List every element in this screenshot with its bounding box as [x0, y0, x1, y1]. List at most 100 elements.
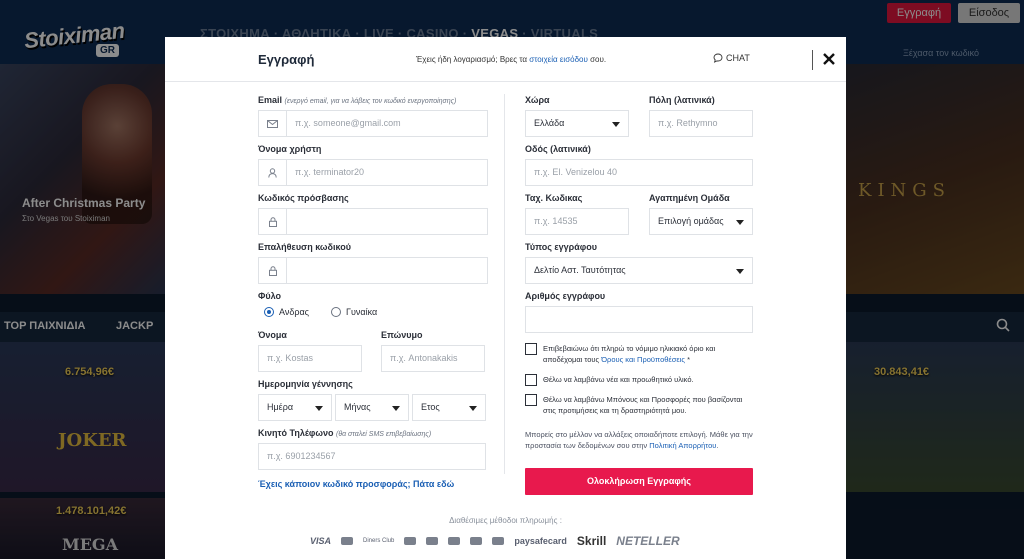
city-label: Πόλη (λατινικά): [649, 95, 715, 105]
phone-placeholder: π.χ. 6901234567: [267, 451, 336, 461]
bank-logo: [448, 537, 461, 545]
complete-registration-button[interactable]: Ολοκλήρωση Εγγραφής: [525, 468, 753, 495]
chevron-down-icon: [469, 406, 477, 411]
privacy-note: Μπορείς στο μέλλον να αλλάξεις οποιαδήπο…: [525, 429, 755, 451]
mastercard-logo: [341, 537, 354, 545]
postcode-label: Ταχ. Κωδικας: [525, 193, 583, 203]
bonus-checkbox[interactable]: [525, 394, 537, 406]
amex-logo: [404, 537, 417, 545]
modal-title: Εγγραφή: [258, 52, 315, 67]
close-icon[interactable]: [820, 50, 838, 68]
terms-text: Επιβεβαιώνω ότι πληρώ το νόμιμο ηλικιακό…: [543, 343, 753, 365]
email-placeholder: π.χ. someone@gmail.com: [295, 118, 401, 128]
radio-unselected-icon: [331, 307, 341, 317]
have-account-suffix: σου.: [587, 55, 607, 64]
document-type-label: Τύπος εγγράφου: [525, 242, 597, 252]
maestro-logo: [426, 537, 439, 545]
bonus-text: Θέλω να λαμβάνω Μπόνους και Προσφορές πο…: [543, 395, 743, 415]
phone-field[interactable]: π.χ. 6901234567: [258, 443, 486, 470]
document-type-select[interactable]: Δελτίο Αστ. Ταυτότητας: [525, 257, 753, 284]
country-select[interactable]: Ελλάδα: [525, 110, 629, 137]
postcode-placeholder: π.χ. 14535: [534, 216, 578, 226]
email-label: Email (ενεργό email, για να λάβεις τον κ…: [258, 95, 456, 105]
dob-month-select[interactable]: Μήνας: [335, 394, 409, 421]
lock-icon: [259, 258, 287, 283]
dob-day-select[interactable]: Ημέρα: [258, 394, 332, 421]
modal-header: Εγγραφή Έχεις ήδη λογαριασμό; Βρες τα στ…: [165, 37, 846, 82]
visa-logo: VISA: [310, 536, 332, 546]
privacy-policy-link[interactable]: Πολιτική Απορρήτου: [649, 441, 716, 450]
user-icon: [259, 160, 287, 185]
chevron-down-icon: [736, 269, 744, 274]
neteller-logo: NETELLER: [616, 534, 680, 548]
gender-female-label: Γυναίκα: [346, 307, 378, 317]
password-field[interactable]: [258, 208, 488, 235]
document-number-field[interactable]: [525, 306, 753, 333]
bonus-checkbox-row[interactable]: Θέλω να λαμβάνω Μπόνους και Προσφορές πο…: [525, 394, 753, 416]
viva-logo: [492, 537, 505, 545]
dob-month-value: Μήνας: [344, 402, 371, 412]
city-field[interactable]: π.χ. Rethymno: [649, 110, 753, 137]
document-number-label: Αριθμός εγγράφου: [525, 291, 606, 301]
username-field[interactable]: π.χ. terminator20: [258, 159, 488, 186]
email-label-text: Email: [258, 95, 283, 105]
lock-icon: [259, 209, 287, 234]
country-value: Ελλάδα: [534, 118, 565, 128]
street-placeholder: π.χ. El. Venizelou 40: [534, 167, 617, 177]
email-field[interactable]: π.χ. someone@gmail.com: [258, 110, 488, 137]
login-details-link[interactable]: στοιχεία εισόδου: [529, 55, 588, 64]
first-name-label: Όνομα: [258, 330, 287, 340]
gender-female-radio[interactable]: Γυναίκα: [331, 307, 377, 317]
chevron-down-icon: [315, 406, 323, 411]
chat-label: CHAT: [726, 53, 750, 63]
email-hint: (ενεργό email, για να λάβεις τον κωδικό …: [284, 98, 457, 105]
chevron-down-icon: [736, 220, 744, 225]
privacy-suffix: .: [716, 441, 719, 450]
terms-checkbox[interactable]: [525, 343, 537, 355]
have-account-prefix: Έχεις ήδη λογαριασμό; Βρες τα: [416, 55, 530, 64]
promo-code-link[interactable]: Έχεις κάποιον κωδικό προσφοράς; Πάτα εδώ: [258, 479, 454, 489]
country-label: Χώρα: [525, 95, 550, 105]
paysafecard-logo: paysafecard: [514, 536, 567, 546]
payment-methods-row: VISA Diners Club paysafecard Skrill NETE…: [310, 534, 680, 548]
privacy-prefix: Μπορείς στο μέλλον να αλλάξεις οποιαδήπο…: [525, 430, 753, 450]
first-name-field[interactable]: π.χ. Kostas: [258, 345, 362, 372]
skrill-logo: Skrill: [576, 534, 607, 548]
column-divider: [504, 94, 505, 474]
payment-methods-title: Διαθέσιμες μέθοδοι πληρωμής :: [449, 516, 562, 525]
news-checkbox-row[interactable]: Θέλω να λαμβάνω νέα και προωθητικό υλικό…: [525, 374, 753, 386]
registration-modal: Εγγραφή Έχεις ήδη λογαριασμό; Βρες τα στ…: [165, 37, 846, 559]
username-label: Όνομα χρήστη: [258, 144, 322, 154]
first-name-placeholder: π.χ. Kostas: [267, 353, 313, 363]
last-name-field[interactable]: π.χ. Antonakakis: [381, 345, 485, 372]
chat-bubble-icon: [713, 53, 723, 63]
terms-checkbox-row[interactable]: Επιβεβαιώνω ότι πληρώ το νόμιμο ηλικιακό…: [525, 343, 753, 365]
phone-label: Κινητό Τηλέφωνο (θα σταλεί SMS επιβεβαίω…: [258, 428, 431, 438]
last-name-label: Επώνυμο: [381, 330, 423, 340]
phone-label-text: Κινητό Τηλέφωνο: [258, 428, 334, 438]
favorite-team-label: Αγαπημένη Ομάδα: [649, 193, 730, 203]
postcode-field[interactable]: π.χ. 14535: [525, 208, 629, 235]
favorite-team-value: Επιλογή ομάδας: [658, 216, 724, 226]
terms-suffix: *: [685, 355, 691, 364]
favorite-team-select[interactable]: Επιλογή ομάδας: [649, 208, 753, 235]
password-label: Κωδικός πρόσβασης: [258, 193, 349, 203]
username-placeholder: π.χ. terminator20: [295, 167, 364, 177]
password-confirm-field[interactable]: [258, 257, 488, 284]
dob-label: Ημερομηνία γέννησης: [258, 379, 353, 389]
street-field[interactable]: π.χ. El. Venizelou 40: [525, 159, 753, 186]
terms-link[interactable]: Όρους και Προϋποθέσεις: [601, 355, 685, 364]
header-separator: [812, 50, 813, 70]
chat-button[interactable]: CHAT: [713, 53, 750, 63]
gender-label: Φύλο: [258, 291, 282, 301]
paybox-logo: [470, 537, 483, 545]
gender-male-label: Ανδρας: [279, 307, 310, 317]
last-name-placeholder: π.χ. Antonakakis: [390, 353, 458, 363]
news-checkbox[interactable]: [525, 374, 537, 386]
chevron-down-icon: [392, 406, 400, 411]
phone-hint: (θα σταλεί SMS επιβεβαίωσης): [335, 431, 432, 438]
gender-male-radio[interactable]: Ανδρας: [264, 307, 309, 317]
dob-year-select[interactable]: Ετος: [412, 394, 486, 421]
dob-day-value: Ημέρα: [267, 402, 294, 412]
news-text: Θέλω να λαμβάνω νέα και προωθητικό υλικό…: [543, 375, 694, 384]
